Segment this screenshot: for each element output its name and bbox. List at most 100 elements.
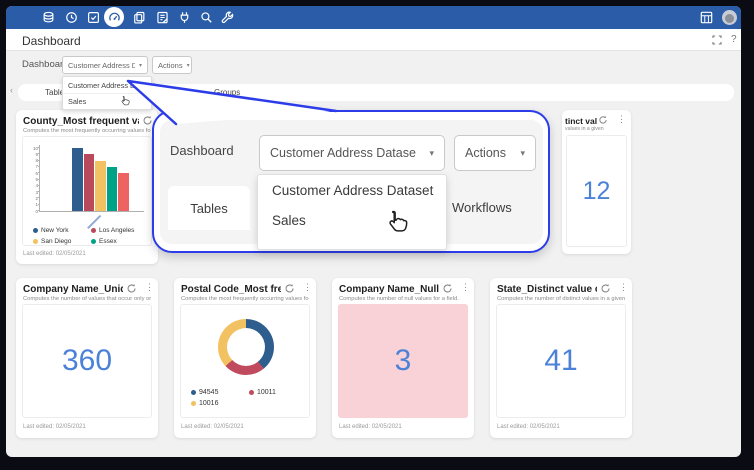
tab-groups[interactable]: Groups — [214, 88, 240, 97]
legend-dot-icon — [91, 239, 96, 244]
legend-dot-icon — [191, 390, 196, 395]
tasks-icon[interactable] — [87, 11, 100, 24]
y-tick-label: 2 — [35, 195, 38, 201]
legend-label: 10016 — [199, 400, 219, 407]
donut-hole — [227, 328, 265, 366]
card-state-distinct-value-count: State_Distinct value count ⋮ Computes th… — [490, 278, 632, 438]
postal-legend: 94545 10011 10016 — [191, 387, 309, 409]
y-tick-label: 5 — [35, 177, 38, 182]
kebab-menu-icon[interactable]: ⋮ — [619, 282, 628, 293]
y-tick-mark — [38, 147, 40, 148]
kebab-menu-icon[interactable]: ⋮ — [303, 282, 312, 293]
card-title: State_Distinct value count — [497, 284, 597, 295]
app-window: Dashboard ? Dashboard Customer Address D… — [6, 6, 741, 457]
legend-dot-icon — [191, 401, 196, 406]
help-icon[interactable]: ? — [731, 34, 737, 45]
y-tick-mark — [38, 159, 40, 161]
kebab-menu-icon[interactable]: ⋮ — [461, 282, 470, 293]
top-nav-bar — [6, 6, 741, 29]
legend-label: Los Angeles — [99, 227, 135, 234]
county-legend: New York Los Angeles San Diego Essex — [33, 225, 151, 247]
bar-series-4 — [118, 173, 129, 211]
page-header: Dashboard ? — [6, 29, 741, 51]
menu-item-sales[interactable]: Sales — [63, 93, 151, 108]
metric-panel: 41 — [496, 304, 626, 418]
dashboard-icon[interactable] — [108, 11, 121, 24]
callout-dataset-dropdown[interactable]: Customer Address Datase ▾ — [259, 135, 445, 171]
legend-dot-icon — [33, 239, 38, 244]
callout-actions-label: Actions — [465, 146, 506, 160]
search-icon[interactable] — [200, 11, 213, 24]
history-icon[interactable] — [65, 11, 78, 24]
avatar-initials-blob — [725, 14, 734, 23]
apps-grid-icon[interactable] — [700, 11, 713, 24]
menu-item-customer-address-dataset[interactable]: Customer Address Dataset — [63, 78, 155, 93]
card-subtitle: Computes the number of values that occur… — [23, 296, 151, 302]
legend-label: San Diego — [41, 238, 72, 245]
y-tick-label: 3 — [35, 189, 38, 195]
metric-value: 12 — [582, 176, 611, 205]
legend-item: San Diego — [33, 236, 91, 247]
card-subtitle: Computes the most frequently occurring v… — [23, 128, 151, 134]
tab-workflows[interactable]: Workflows — [151, 88, 188, 97]
metric-panel-alert: 3 — [338, 304, 468, 418]
actions-button[interactable]: Actions ▾ — [152, 56, 192, 74]
y-tick-label: 9 — [35, 151, 38, 157]
refresh-icon[interactable] — [284, 283, 295, 294]
plug-icon[interactable] — [178, 11, 191, 24]
callout-tab-workflows[interactable]: Workflows — [452, 200, 512, 215]
card-distinct-value-partial: tinct value ... ⋮ values in a given ... … — [562, 110, 631, 254]
callout-menu-item-customer-address-dataset[interactable]: Customer Address Dataset — [258, 177, 446, 205]
user-avatar[interactable] — [722, 10, 737, 25]
zoom-callout-bubble: Dashboard Customer Address Datase ▾ Acti… — [152, 110, 550, 253]
callout-actions-button[interactable]: Actions ▾ — [454, 135, 536, 171]
actions-button-label: Actions — [158, 60, 183, 70]
refresh-icon[interactable] — [600, 283, 611, 294]
legend-label: 10011 — [257, 389, 276, 396]
kebab-menu-icon[interactable]: ⋮ — [617, 114, 626, 125]
legend-label: New York — [41, 227, 69, 234]
dataset-dropdown-menu: Customer Address Dataset Sales — [62, 76, 155, 110]
legend-dot-icon — [91, 228, 96, 233]
caret-down-icon: ▾ — [138, 62, 142, 69]
card-footer: Last edited: 02/05/2021 — [23, 424, 86, 430]
caret-down-icon: ▾ — [429, 147, 434, 158]
legend-item: New York — [33, 225, 91, 236]
card-footer: Last edited: 02/05/2021 — [497, 424, 560, 430]
callout-tab-tables[interactable]: Tables — [168, 186, 250, 230]
database-icon[interactable] — [42, 11, 55, 24]
card-subtitle: Computes the number of null values for a… — [339, 296, 459, 302]
notebook-icon[interactable] — [156, 11, 169, 24]
refresh-icon[interactable] — [126, 283, 137, 294]
refresh-icon[interactable] — [142, 115, 153, 126]
callout-dashboard-label: Dashboard — [170, 143, 234, 158]
legend-dot-icon — [33, 228, 38, 233]
legend-item: Essex — [91, 236, 149, 247]
copy-icon[interactable] — [133, 11, 146, 24]
metric-value: 360 — [61, 344, 113, 377]
y-tick-label: 7 — [35, 164, 38, 170]
caret-down-icon: ▾ — [520, 147, 525, 158]
dataset-dropdown-value: Customer Address Datase — [68, 60, 135, 70]
bar-New York — [72, 148, 83, 211]
card-title: Postal Code_Most frequent... — [181, 284, 281, 295]
refresh-icon[interactable] — [598, 115, 608, 125]
caret-down-icon: ▾ — [186, 62, 190, 69]
card-company-name-null-count: Company Name_Null count ⋮ Computes the n… — [332, 278, 474, 438]
callout-dataset-value: Customer Address Datase — [270, 146, 416, 160]
y-tick-mark — [38, 165, 40, 167]
callout-menu-item-sales[interactable]: Sales — [258, 207, 446, 235]
county-bar-plot: 0 1 2 3 4 5 6 7 8 9 10 — [33, 145, 144, 214]
card-footer: Last edited: 02/05/2021 — [23, 251, 86, 257]
chevron-left-icon[interactable]: ‹ — [10, 85, 13, 95]
y-tick-label: 6 — [35, 170, 38, 176]
refresh-icon[interactable] — [442, 283, 453, 294]
fullscreen-icon[interactable] — [712, 35, 722, 45]
card-county-most-frequent-values: County_Most frequent values Computes the… — [16, 110, 158, 264]
kebab-menu-icon[interactable]: ⋮ — [145, 282, 154, 293]
bar-Essex — [106, 166, 117, 211]
legend-label: Essex — [99, 238, 117, 245]
wrench-icon[interactable] — [221, 11, 234, 24]
bar-Los Angeles — [83, 154, 94, 211]
dataset-dropdown[interactable]: Customer Address Datase ▾ — [62, 56, 148, 74]
